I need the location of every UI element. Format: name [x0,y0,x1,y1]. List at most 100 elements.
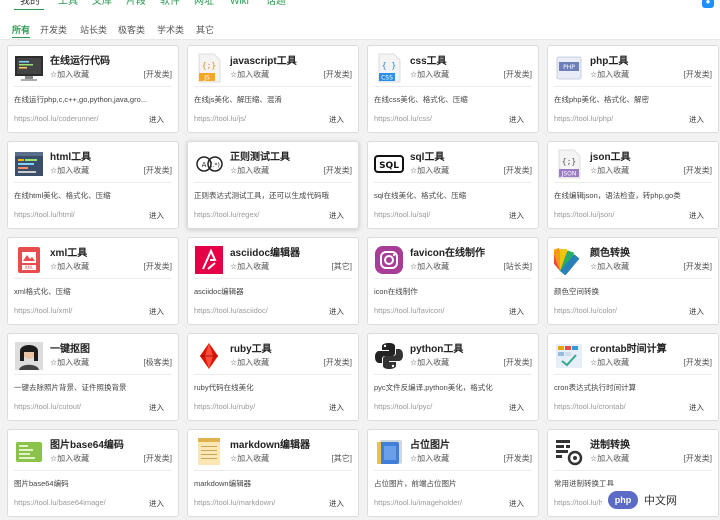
add-favorite-button[interactable]: ☆加入收藏 [410,165,449,176]
add-favorite-button[interactable]: ☆加入收藏 [590,453,629,464]
add-favorite-button[interactable]: ☆加入收藏 [50,69,89,80]
filter-other[interactable]: 其它 [196,24,214,36]
nav-snippets[interactable]: 片段 [126,0,146,8]
add-favorite-button[interactable]: ☆加入收藏 [410,453,449,464]
add-favorite-button[interactable]: ☆加入收藏 [590,357,629,368]
enter-button[interactable]: 进入 [509,498,524,509]
tool-name[interactable]: css工具 [410,52,447,67]
tool-name[interactable]: xml工具 [50,244,87,259]
tool-card[interactable]: html工具 ☆加入收藏 [开发类] 在线html美化、格式化、压缩 https://t… [7,141,179,229]
nav-wiki[interactable]: Wiki [230,0,249,8]
nav-urls[interactable]: 网址 [194,0,214,8]
tool-card[interactable]: crontab时间计算 ☆加入收藏 [开发类] cron表达式执行时间计算 https:… [547,333,719,421]
enter-button[interactable]: 进入 [689,402,704,413]
enter-button[interactable]: 进入 [329,210,344,221]
enter-button[interactable]: 进入 [509,114,524,125]
nav-topics[interactable]: 话题 [266,0,286,8]
tool-card[interactable]: 一键抠图 ☆加入收藏 [极客类] 一键去除照片背景、证件照换背景 https://too… [7,333,179,421]
enter-button[interactable]: 进入 [689,114,704,125]
add-favorite-button[interactable]: ☆加入收藏 [410,69,449,80]
add-favorite-button[interactable]: ☆加入收藏 [230,357,269,368]
nav-my[interactable]: 我的 [20,0,40,8]
enter-button[interactable]: 进入 [509,402,524,413]
chat-bubble-icon[interactable]: ● [702,0,714,8]
enter-button[interactable]: 进入 [509,306,524,317]
tool-card[interactable]: XML xml工具 ☆加入收藏 [开发类] xml格式化、压缩 https://tool.… [7,237,179,325]
tool-card[interactable]: 图片base64编码 ☆加入收藏 [开发类] 图片base64编码 https://to… [7,429,179,517]
tool-name[interactable]: sql工具 [410,148,444,163]
add-favorite-button[interactable]: ☆加入收藏 [230,453,269,464]
tool-name[interactable]: json工具 [590,148,631,163]
enter-button[interactable]: 进入 [329,114,344,125]
filter-geek[interactable]: 极客类 [118,24,145,36]
tool-card[interactable]: 占位图片 ☆加入收藏 [开发类] 占位图片，前端占位图片 https://tool.lu… [367,429,539,517]
tool-name[interactable]: 在线运行代码 [50,52,110,67]
enter-button[interactable]: 进入 [689,306,704,317]
tool-card[interactable]: 在线运行代码 ☆加入收藏 [开发类] 在线运行php,c,c++,go,python,… [7,45,179,133]
tool-card[interactable]: { } CSS css工具 ☆加入收藏 [开发类] 在线css美化、格式化、压缩 https… [367,45,539,133]
tool-card[interactable]: favicon在线制作 ☆加入收藏 [站长类] icon在线制作 https://too… [367,237,539,325]
tool-name[interactable]: crontab时间计算 [590,340,667,355]
nav-tools[interactable]: 工具 [58,0,78,8]
tool-name[interactable]: asciidoc编辑器 [230,244,300,259]
enter-button[interactable]: 进入 [149,114,164,125]
tool-name[interactable]: 一键抠图 [50,340,90,355]
tool-name[interactable]: markdown编辑器 [230,436,310,451]
tool-card[interactable]: ruby工具 ☆加入收藏 [开发类] ruby代码在线美化 https://tool.l… [187,333,359,421]
filter-academic[interactable]: 学术类 [157,24,184,36]
enter-button[interactable]: 进入 [509,210,524,221]
tool-name[interactable]: ruby工具 [230,340,272,355]
add-favorite-button[interactable]: ☆加入收藏 [50,357,89,368]
tool-name[interactable]: javascript工具 [230,52,297,67]
tool-category-tag: [开发类] [683,262,712,271]
tool-name[interactable]: html工具 [50,148,91,163]
nav-docs[interactable]: 文库 [92,0,112,8]
tool-name[interactable]: 正则测试工具 [230,148,290,163]
tool-card[interactable]: A (.*) 正则测试工具 ☆加入收藏 [开发类] 正则表达式测试工具，还可以生成代码哦 h… [187,141,359,229]
tool-card[interactable]: python工具 ☆加入收藏 [开发类] pyc文件反编译,python美化，格式化 h… [367,333,539,421]
tool-name[interactable]: favicon在线制作 [410,244,485,259]
enter-button[interactable]: 进入 [689,210,704,221]
add-favorite-button[interactable]: ☆加入收藏 [230,261,269,272]
tool-name[interactable]: 颜色转换 [590,244,630,259]
add-favorite-button[interactable]: ☆加入收藏 [230,69,269,80]
nav-software[interactable]: 软件 [160,0,180,8]
add-favorite-button[interactable]: ☆加入收藏 [50,261,89,272]
tool-card[interactable]: asciidoc编辑器 ☆加入收藏 [其它] asciidoc编辑器 https://t… [187,237,359,325]
add-favorite-button[interactable]: ☆加入收藏 [590,261,629,272]
add-favorite-button[interactable]: ☆加入收藏 [590,69,629,80]
tool-url: https://tool.lu/asciidoc/ [194,306,268,315]
add-favorite-button[interactable]: ☆加入收藏 [50,165,89,176]
enter-button[interactable]: 进入 [149,210,164,221]
tool-card[interactable]: SQL sql工具 ☆加入收藏 [开发类] sql在线美化、格式化、压缩 https://… [367,141,539,229]
enter-button[interactable]: 进入 [149,498,164,509]
tool-card[interactable]: markdown编辑器 ☆加入收藏 [其它] markdown编辑器 https://t… [187,429,359,517]
enter-button[interactable]: 进入 [149,402,164,413]
tool-url: https://tool.lu/color/ [554,306,617,315]
tool-card[interactable]: PHP php工具 ☆加入收藏 [开发类] 在线php美化、格式化、解密 https://… [547,45,719,133]
enter-button[interactable]: 进入 [149,306,164,317]
tool-category-tag: [开发类] [143,454,172,463]
enter-button[interactable]: 进入 [329,306,344,317]
enter-button[interactable]: 进入 [329,498,344,509]
filter-dev[interactable]: 开发类 [40,24,67,36]
tool-name[interactable]: 占位图片 [410,436,450,451]
enter-button[interactable]: 进入 [329,402,344,413]
tool-card[interactable]: {;} JS javascript工具 ☆加入收藏 [开发类] 在线js美化、解压缩、混淆… [187,45,359,133]
tool-card[interactable]: {;} JSON json工具 ☆加入收藏 [开发类] 在线编辑json，语法检查，转ph… [547,141,719,229]
tool-name[interactable]: 图片base64编码 [50,436,124,451]
svg-text:A: A [202,161,207,169]
add-favorite-button[interactable]: ☆加入收藏 [590,165,629,176]
filter-webmaster[interactable]: 站长类 [80,24,107,36]
add-favorite-button[interactable]: ☆加入收藏 [230,165,269,176]
tool-name[interactable]: php工具 [590,52,628,67]
tool-name[interactable]: python工具 [410,340,463,355]
add-favorite-button[interactable]: ☆加入收藏 [50,453,89,464]
tool-name[interactable]: 进制转换 [590,436,630,451]
filter-all[interactable]: 所有 [12,24,31,38]
tool-card[interactable]: 颜色转换 ☆加入收藏 [开发类] 颜色空间转换 https://tool.lu/colo… [545,237,719,325]
php-cn-watermark: php 中文网 [602,486,714,514]
card-divider [194,374,352,375]
add-favorite-button[interactable]: ☆加入收藏 [410,261,449,272]
add-favorite-button[interactable]: ☆加入收藏 [410,357,449,368]
